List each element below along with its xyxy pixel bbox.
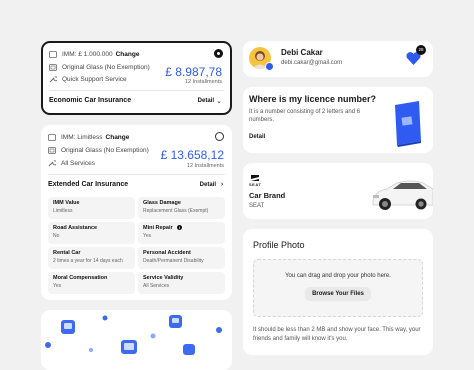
licence-desc: It is a number consisting of 2 letters a… — [249, 109, 361, 124]
services-row: All Services — [48, 159, 95, 167]
support-row: Quick Support Service — [49, 75, 127, 83]
wrench-icon — [49, 75, 57, 83]
cell-value: Replacement Glass (Exempt) — [143, 208, 209, 214]
cell-key: IMM Value — [53, 200, 80, 206]
notification-badge: 28 — [416, 45, 426, 55]
cell-key: Rental Car — [53, 250, 81, 256]
browse-files-button[interactable]: Browse Your Files — [305, 287, 371, 301]
glass-icon — [49, 63, 57, 71]
divider — [49, 90, 224, 91]
verified-icon — [265, 62, 274, 71]
car-brand-value: SEAT — [249, 203, 265, 209]
cell-value: Death/Permanent Disability — [143, 258, 204, 264]
glass-label: Original Glass (No Exemption) — [61, 146, 149, 154]
card-icon — [48, 133, 56, 141]
glass-label: Original Glass (No Exemption) — [62, 63, 150, 71]
coverage-cell: Moral Compensation Yes — [48, 272, 135, 294]
services-label: All Services — [61, 159, 95, 167]
licence-detail-link[interactable]: Detail — [249, 134, 265, 140]
coverage-cell: Rental Car 2 times a year for 14 days ea… — [48, 247, 135, 269]
cell-key: Personal Accident — [143, 250, 191, 256]
cell-value: 2 times a year for 14 days each — [53, 258, 123, 264]
insurance-illustration — [45, 315, 222, 355]
plan-card-economic[interactable]: IMM: £ 1.000.000 Change Original Glass (… — [41, 41, 232, 115]
cell-value: Yes — [53, 283, 62, 289]
plan-card-extended[interactable]: IMM: Limitless Change Original Glass (No… — [41, 125, 232, 300]
imm-row: IMM: £ 1.000.000 Change — [49, 50, 139, 58]
radio-unselected[interactable] — [215, 132, 224, 141]
cell-key: Road Assistance — [53, 225, 98, 231]
photo-title: Profile Photo — [253, 240, 305, 250]
divider — [48, 174, 225, 175]
coverage-cell: Personal Accident Death/Permanent Disabi… — [138, 247, 225, 269]
radio-selected[interactable] — [214, 49, 223, 58]
chevron-right-icon[interactable]: ⌄ — [217, 181, 225, 187]
licence-title: Where is my licence number? — [249, 94, 377, 104]
imm-label: IMM: Limitless — [61, 133, 103, 141]
coverage-cell: IMM Value Limitless — [48, 197, 135, 219]
cell-key: Service Validity — [143, 275, 184, 281]
glass-icon — [48, 146, 56, 154]
imm-label: IMM: £ 1.000.000 — [62, 50, 113, 58]
plan-price: £ 8.987,78 — [165, 65, 222, 79]
profile-photo-card: Profile Photo You can drag and drop your… — [243, 229, 433, 355]
dropzone-text: You can drag and drop your photo here. — [285, 273, 391, 279]
cell-key: Mini Repair i — [143, 225, 220, 231]
illustration-card — [41, 310, 232, 370]
plan-title: Extended Car Insurance — [48, 181, 129, 188]
coverage-cell: Mini Repair i Yes — [138, 222, 225, 244]
change-link[interactable]: Change — [106, 134, 130, 141]
support-label: Quick Support Service — [62, 75, 127, 83]
wrench-icon — [48, 159, 56, 167]
photo-dropzone[interactable]: You can drag and drop your photo here. B… — [253, 259, 423, 317]
licence-card: Where is my licence number? It is a numb… — [243, 87, 433, 153]
coverage-cell: Glass Damage Replacement Glass (Exempt) — [138, 197, 225, 219]
car-brand-label: Car Brand — [249, 191, 286, 200]
photo-hint: It should be less than 2 MB and show you… — [253, 327, 421, 342]
cell-key-text: Mini Repair — [143, 225, 173, 231]
cell-value: No — [53, 233, 60, 239]
coverage-cell: Road Assistance No — [48, 222, 135, 244]
glass-row: Original Glass (No Exemption) — [49, 63, 150, 71]
glass-row: Original Glass (No Exemption) — [48, 146, 149, 154]
profile-name: Debi Cakar — [281, 48, 323, 57]
info-icon[interactable]: i — [177, 225, 183, 230]
coverage-cell: Service Validity All Services — [138, 272, 225, 294]
licence-book-icon — [391, 99, 423, 147]
cell-value: All Services — [143, 283, 170, 289]
detail-link[interactable]: Detail — [198, 98, 214, 104]
seat-logo-icon — [250, 170, 260, 181]
car-brand-card: SEAT Car Brand SEAT — [243, 163, 434, 219]
installments-label: 12 Installments — [185, 79, 222, 85]
profile-card: Debi Cakar debi.cakar@gmail.com 28 — [243, 41, 433, 77]
cell-key: Moral Compensation — [53, 275, 108, 281]
installments-label: 12 Installments — [187, 163, 224, 169]
card-icon — [49, 50, 57, 58]
detail-link[interactable]: Detail — [200, 182, 216, 188]
plan-title: Economic Car Insurance — [49, 97, 132, 104]
seat-logo-text: SEAT — [249, 182, 262, 187]
cell-key: Glass Damage — [143, 200, 181, 206]
profile-email: debi.cakar@gmail.com — [281, 60, 343, 66]
imm-row: IMM: Limitless Change — [48, 133, 129, 141]
plan-price: £ 13.658,12 — [160, 148, 224, 162]
cell-value: Limitless — [53, 208, 73, 214]
chevron-down-icon[interactable]: ⌄ — [216, 97, 222, 105]
car-image — [371, 177, 434, 211]
change-link[interactable]: Change — [116, 51, 140, 58]
cell-value: Yes — [143, 233, 152, 239]
